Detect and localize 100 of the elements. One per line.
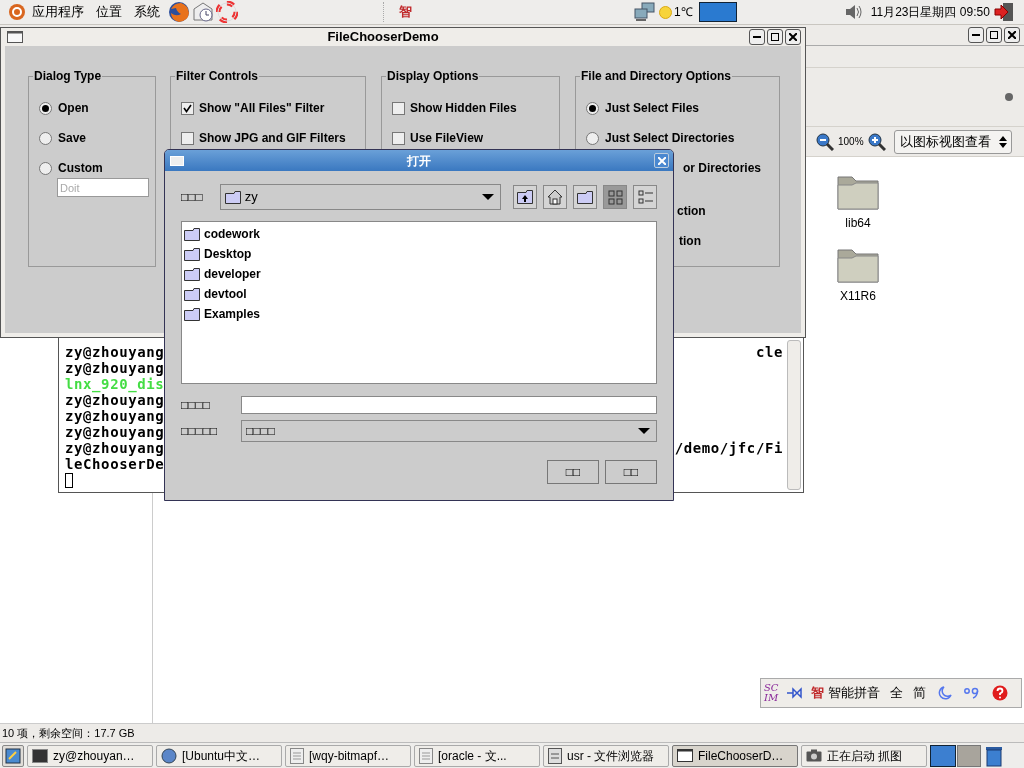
help-icon[interactable] — [991, 685, 1008, 701]
taskbar-button[interactable]: FileChooserD… — [672, 744, 798, 767]
zoom-out-icon[interactable] — [816, 132, 834, 151]
panel-menu[interactable]: 位置 — [96, 2, 122, 22]
window-icon — [677, 749, 693, 762]
dialog-title: 打开 — [406, 152, 432, 170]
checkbox[interactable] — [181, 131, 194, 145]
minimize-button[interactable] — [968, 27, 984, 43]
terminal-line: zy@zhouyang — [65, 392, 165, 408]
file-item[interactable]: devtool — [204, 285, 247, 303]
panel-menu[interactable]: 应用程序 — [32, 2, 84, 22]
full-width-toggle[interactable]: 全 — [889, 683, 903, 703]
radio-label[interactable]: Open — [58, 99, 89, 117]
radio-button[interactable] — [39, 101, 52, 115]
file-item[interactable]: Desktop — [204, 245, 252, 263]
radio-label[interactable]: Save — [58, 129, 87, 147]
punctuation-icon[interactable] — [963, 687, 980, 699]
toolbar-button[interactable] — [513, 185, 537, 209]
taskbar-button[interactable]: [wqy-bitmapf… — [285, 744, 411, 767]
volume-icon[interactable] — [844, 4, 863, 20]
toolbar-button[interactable] — [573, 185, 597, 209]
workspace-switcher[interactable] — [957, 744, 981, 767]
zoom-in-icon[interactable] — [867, 132, 886, 151]
radio-label[interactable]: Just Select Directories — [605, 129, 735, 147]
taskbar-button[interactable]: usr - 文件浏览器 — [543, 744, 669, 767]
maximize-button[interactable] — [767, 29, 783, 45]
file-item[interactable]: Examples — [204, 305, 261, 323]
ubuntu-logo-icon[interactable] — [8, 3, 26, 21]
scim-logo[interactable]: SC IM — [764, 683, 779, 703]
workspace-preview[interactable] — [698, 2, 737, 22]
dialog-button[interactable]: □□ — [547, 460, 599, 484]
details-view-icon — [637, 189, 653, 205]
globe-icon — [161, 747, 177, 764]
clock-text[interactable]: 11月23日星期四 09:50 — [870, 3, 990, 21]
close-button[interactable] — [785, 29, 801, 45]
workspace-switcher[interactable] — [930, 744, 956, 767]
help-lifebuoy-icon[interactable] — [216, 1, 238, 23]
taskbar-button[interactable]: 正在启动 抓图 — [801, 744, 927, 767]
trash-icon[interactable] — [985, 744, 1003, 767]
scrollbar[interactable] — [787, 340, 801, 490]
folder-icon — [184, 227, 200, 241]
file-list[interactable]: codework Desktop developer devtool Examples — [181, 221, 657, 384]
radio-label[interactable]: Custom — [58, 159, 103, 177]
input-method-glyph[interactable]: 智 — [399, 2, 412, 22]
status-text: 10 项，剩余空间：17.7 GB — [2, 725, 135, 741]
panel-menu[interactable]: 系统 — [134, 2, 160, 22]
radio-button[interactable] — [39, 131, 52, 145]
checkbox-label[interactable]: Use FileView — [410, 129, 484, 147]
moon-icon[interactable] — [937, 686, 952, 700]
file-name-field[interactable] — [241, 396, 657, 414]
toolbar-button[interactable] — [543, 185, 567, 209]
radio-button[interactable] — [586, 131, 599, 145]
radio-label[interactable]: Just Select Files — [605, 99, 700, 117]
file-item[interactable]: codework — [204, 225, 260, 243]
folder-icon — [184, 247, 200, 261]
group-title: Dialog Type — [33, 68, 103, 84]
file-item[interactable]: developer — [204, 265, 261, 283]
terminal-line: zy@zhouyang — [65, 440, 165, 456]
folder-icon[interactable] — [836, 173, 880, 211]
pin-icon[interactable] — [786, 687, 803, 699]
taskbar-button[interactable]: [Ubuntu中文… — [156, 744, 282, 767]
temperature-text[interactable]: 1℃ — [674, 3, 693, 21]
network-icon[interactable] — [634, 2, 656, 22]
file-type-dropdown[interactable]: □□□□ — [241, 420, 657, 442]
radio-label[interactable]: tion — [679, 232, 701, 250]
view-mode-dropdown[interactable]: 以图标视图查看 — [893, 129, 1012, 154]
checkbox[interactable] — [392, 101, 405, 115]
mail-clock-icon[interactable] — [192, 1, 214, 23]
terminal-line: zy@zhouyang — [65, 408, 165, 424]
window-title: FileChooserDemo — [326, 28, 440, 47]
show-desktop-button[interactable] — [2, 744, 24, 767]
sun-icon — [659, 5, 672, 19]
logout-icon[interactable] — [993, 2, 1014, 22]
window-menu-icon[interactable] — [7, 31, 23, 43]
radio-button[interactable] — [39, 161, 52, 175]
document-icon — [290, 747, 304, 764]
minimize-button[interactable] — [749, 29, 765, 45]
file-manager-icon — [548, 747, 562, 764]
simplified-toggle[interactable]: 简 — [912, 683, 926, 703]
maximize-button[interactable] — [986, 27, 1002, 43]
folder-icon[interactable] — [836, 246, 880, 284]
checkbox-label[interactable]: Show JPG and GIF Filters — [199, 129, 346, 147]
radio-label[interactable]: or Directories — [683, 159, 762, 177]
input-method-glyph[interactable]: 智 — [810, 683, 824, 703]
dialog-button[interactable]: □□ — [605, 460, 657, 484]
checkbox[interactable] — [181, 101, 194, 115]
radio-button[interactable] — [586, 101, 599, 115]
checkbox-label[interactable]: Show Hidden Files — [410, 99, 517, 117]
folder-label[interactable]: lib64 — [845, 214, 871, 232]
firefox-icon[interactable] — [168, 1, 190, 23]
checkbox[interactable] — [392, 131, 405, 145]
updown-caret-icon — [998, 135, 1007, 148]
taskbar-button[interactable]: [oracle - 文... — [414, 744, 540, 767]
close-button[interactable] — [1004, 27, 1020, 43]
radio-label[interactable]: ction — [677, 202, 706, 220]
checkbox-label[interactable]: Show "All Files" Filter — [199, 99, 325, 117]
input-mode-text[interactable]: 智能拼音 — [827, 683, 880, 703]
look-in-dropdown[interactable]: zy — [219, 184, 501, 210]
taskbar-button[interactable]: zy@zhouyan… — [27, 744, 153, 767]
folder-label[interactable]: X11R6 — [840, 287, 876, 305]
